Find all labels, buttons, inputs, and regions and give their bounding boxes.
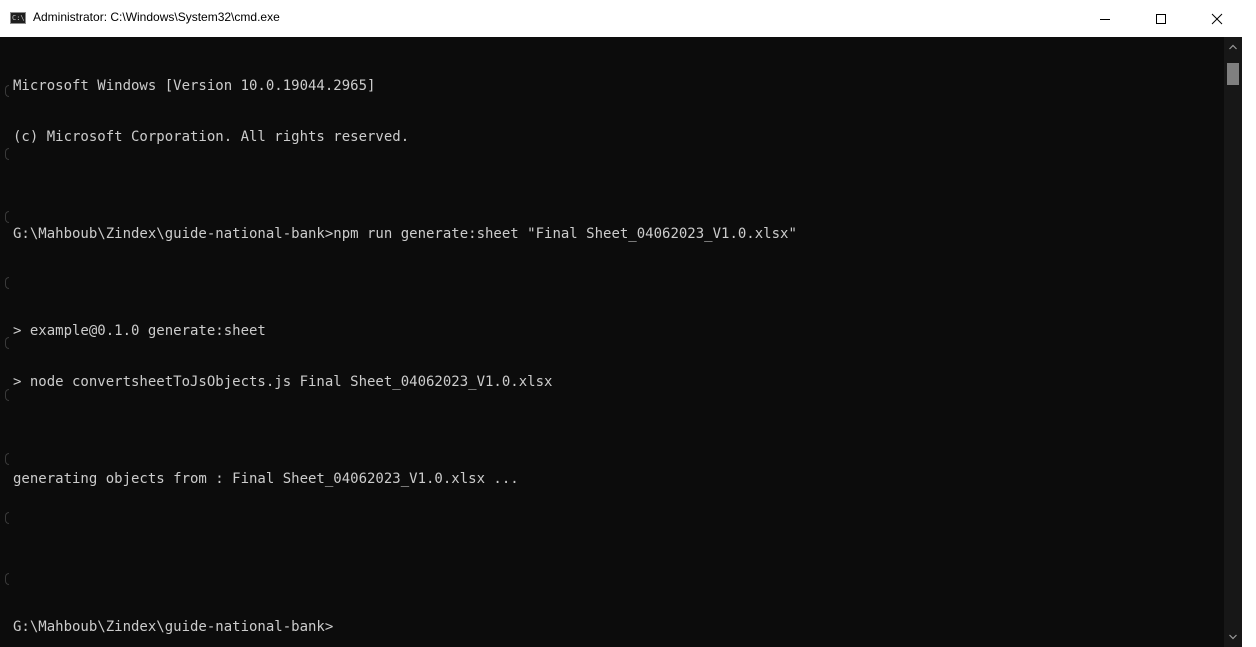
- edge-artifact: [5, 573, 9, 585]
- maximize-icon: [1156, 13, 1166, 24]
- console-prompt[interactable]: G:\Mahboub\Zindex\guide-national-bank>: [13, 619, 797, 636]
- left-window-edge: [0, 37, 10, 647]
- edge-artifact: [5, 512, 9, 524]
- edge-artifact: [5, 389, 9, 401]
- vertical-scrollbar[interactable]: [1224, 37, 1242, 647]
- desktop-background: [1242, 0, 1256, 647]
- edge-artifact: [5, 85, 9, 97]
- edge-artifact: [5, 337, 9, 349]
- console-text: Microsoft Windows [Version 10.0.19044.29…: [13, 44, 797, 647]
- scroll-down-button[interactable]: [1224, 627, 1242, 647]
- maximize-button[interactable]: [1138, 0, 1184, 37]
- console-line: > example@0.1.0 generate:sheet: [13, 323, 266, 339]
- scroll-up-button[interactable]: [1224, 37, 1242, 57]
- title-bar[interactable]: C:\ Administrator: C:\Windows\System32\c…: [0, 0, 1256, 37]
- close-button[interactable]: [1194, 0, 1240, 37]
- console-line: Microsoft Windows [Version 10.0.19044.29…: [13, 78, 376, 94]
- cmd-window: C:\ Administrator: C:\Windows\System32\c…: [0, 0, 1256, 647]
- console-output[interactable]: Microsoft Windows [Version 10.0.19044.29…: [0, 37, 1224, 647]
- console-line: (c) Microsoft Corporation. All rights re…: [13, 129, 410, 145]
- scroll-up-arrow-icon: [1229, 44, 1237, 50]
- console-line: G:\Mahboub\Zindex\guide-national-bank>np…: [13, 226, 797, 242]
- close-icon: [1211, 13, 1223, 24]
- edge-artifact: [5, 211, 9, 223]
- minimize-button[interactable]: [1082, 0, 1128, 37]
- scroll-thumb[interactable]: [1227, 63, 1239, 85]
- edge-artifact: [5, 277, 9, 289]
- console-line: > node convertsheetToJsObjects.js Final …: [13, 374, 553, 390]
- cmd-icon[interactable]: C:\: [10, 12, 26, 24]
- minimize-icon: [1100, 18, 1110, 20]
- edge-artifact: [5, 453, 9, 465]
- scroll-down-arrow-icon: [1229, 634, 1237, 640]
- console-line: generating objects from : Final Sheet_04…: [13, 471, 519, 487]
- edge-artifact: [5, 148, 9, 160]
- window-title: Administrator: C:\Windows\System32\cmd.e…: [33, 10, 280, 24]
